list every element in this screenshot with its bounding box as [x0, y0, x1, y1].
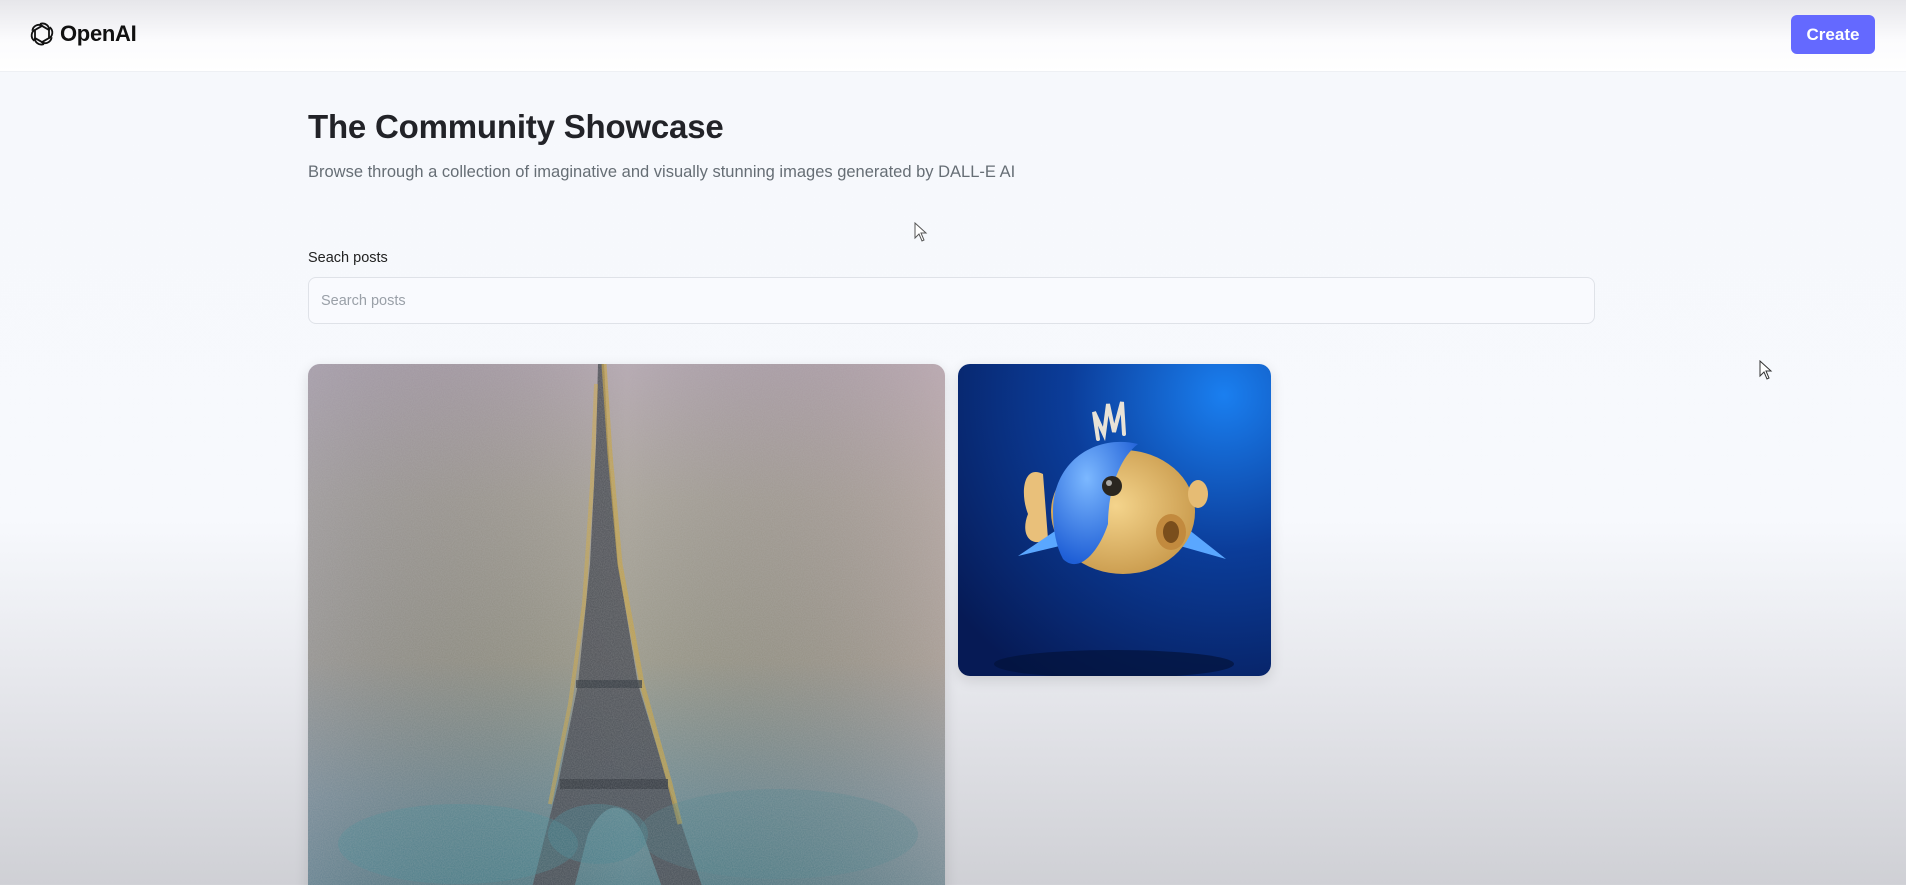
page-title: The Community Showcase — [308, 108, 724, 145]
fish-image — [958, 364, 1271, 676]
search-input[interactable] — [308, 277, 1595, 324]
gallery-card-fish[interactable] — [958, 364, 1271, 676]
openai-logo-icon — [30, 22, 54, 46]
eiffel-tower-image — [308, 364, 945, 885]
create-button[interactable]: Create — [1791, 15, 1875, 54]
mouse-cursor-icon — [914, 222, 928, 242]
top-navbar: OpenAI Create — [0, 0, 1906, 72]
logo-text: OpenAI — [60, 21, 137, 46]
search-label: Seach posts — [308, 250, 388, 266]
gallery-card-eiffel-tower[interactable] — [308, 364, 945, 885]
page-subtitle: Browse through a collection of imaginati… — [308, 163, 1016, 181]
openai-logo[interactable]: OpenAI — [28, 20, 137, 48]
mouse-cursor-icon — [1759, 360, 1773, 380]
